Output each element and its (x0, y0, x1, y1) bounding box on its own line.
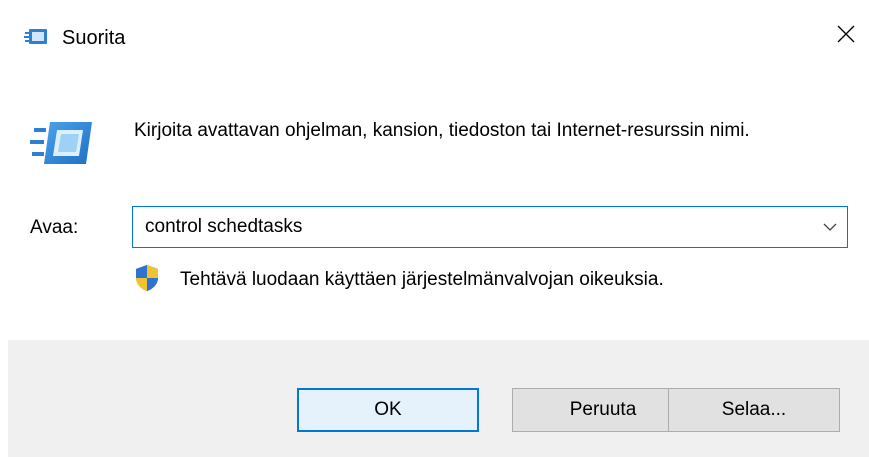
browse-button[interactable]: Selaa... (668, 388, 840, 432)
run-icon (24, 27, 48, 47)
window-title: Suorita (62, 27, 126, 49)
ok-button[interactable]: OK (297, 388, 479, 432)
admin-privileges-note: Tehtävä luodaan käyttäen järjestelmänval… (180, 269, 664, 290)
open-combobox[interactable]: control schedtasks (132, 206, 848, 248)
dropdown-button[interactable] (813, 207, 847, 247)
title-bar[interactable]: Suorita (0, 0, 869, 68)
run-dialog: Suorita Kirjoita avattavan ohjelman, kan… (0, 0, 869, 457)
close-icon (837, 25, 855, 43)
chevron-down-icon (823, 218, 837, 236)
dialog-body: Kirjoita avattavan ohjelman, kansion, ti… (8, 68, 869, 340)
open-label: Avaa: (30, 217, 79, 238)
button-bar: OK Peruuta Selaa... (8, 340, 869, 457)
run-program-icon (30, 114, 96, 172)
uac-shield-icon (134, 264, 160, 292)
close-button[interactable] (823, 0, 869, 68)
instruction-text: Kirjoita avattavan ohjelman, kansion, ti… (134, 120, 750, 141)
cancel-button[interactable]: Peruuta (512, 388, 694, 432)
open-input[interactable]: control schedtasks (145, 207, 302, 247)
